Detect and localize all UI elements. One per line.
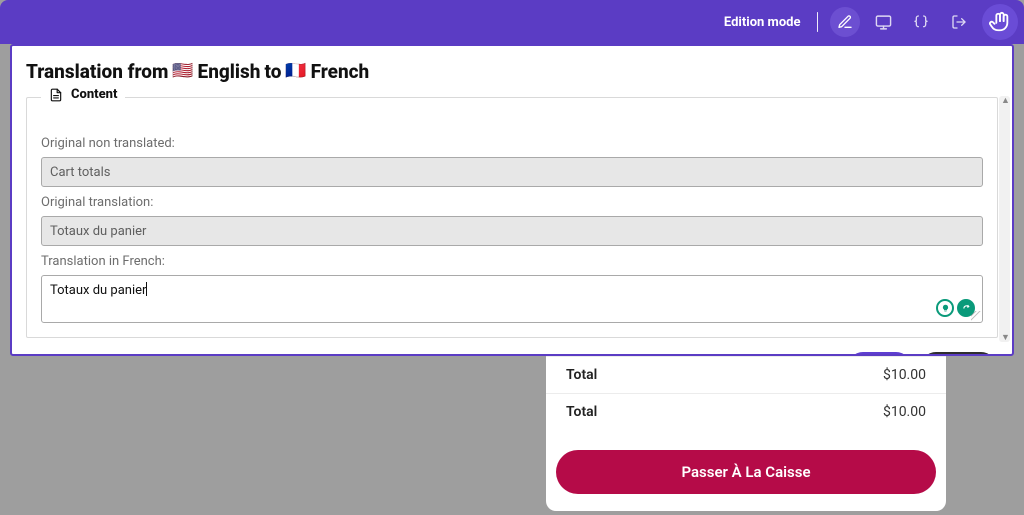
hand-icon [989, 11, 1011, 33]
original-non-translated-value: Cart totals [50, 165, 110, 180]
title-prefix: Translation from [26, 60, 168, 83]
cart-row-label: Total [566, 367, 597, 383]
title-to: to [264, 60, 281, 83]
fieldset-legend: Content [41, 87, 125, 102]
editor-toolbar: Edition mode [0, 0, 1024, 44]
target-language: French [311, 60, 370, 83]
monitor-icon [875, 14, 892, 31]
legend-text: Content [71, 87, 117, 102]
fr-flag-icon: 🇫🇷 [285, 63, 306, 80]
label-original-translation: Original translation: [41, 195, 983, 210]
exit-button[interactable] [944, 7, 974, 37]
scroll-down-icon: ▼ [1001, 332, 1010, 343]
suggestion-badge[interactable] [936, 299, 954, 317]
modal-button-row: Save Cancel [26, 352, 998, 356]
resize-handle[interactable] [971, 311, 981, 321]
label-translation-in-target: Translation in French: [41, 254, 983, 269]
code-view-button[interactable] [906, 7, 936, 37]
cart-total-row: Total $10.00 [546, 393, 946, 430]
save-button[interactable]: Save [848, 352, 911, 356]
label-original-non-translated: Original non translated: [41, 136, 983, 151]
us-flag-icon: 🇺🇸 [172, 63, 193, 80]
original-translation-value: Totaux du panier [50, 224, 146, 239]
original-non-translated-field: Cart totals [41, 157, 983, 187]
modal-scrollbar[interactable]: ▲ ▼ [999, 96, 1010, 342]
braces-icon [913, 14, 929, 30]
pencil-icon [837, 14, 853, 30]
brand-button[interactable] [982, 4, 1018, 40]
modal-title: Translation from 🇺🇸 English to 🇫🇷 French [26, 60, 998, 83]
lightbulb-icon [941, 304, 950, 313]
scroll-up-icon: ▲ [1001, 95, 1010, 106]
text-caret [146, 282, 147, 296]
cancel-button[interactable]: Cancel [921, 352, 996, 356]
cart-row-value: $10.00 [883, 367, 926, 383]
checkout-button[interactable]: Passer À La Caisse [556, 450, 936, 494]
translation-modal: ▲ ▼ Translation from 🇺🇸 English to 🇫🇷 Fr… [10, 44, 1014, 356]
cart-row-value: $10.00 [883, 404, 926, 420]
content-fieldset: Content Original non translated: Cart to… [26, 97, 998, 338]
checkout-button-label: Passer À La Caisse [681, 463, 810, 481]
exit-icon [951, 14, 967, 30]
desktop-preview-button[interactable] [868, 7, 898, 37]
grammar-badges[interactable] [936, 299, 975, 317]
translation-input[interactable]: Totaux du panier [41, 275, 983, 323]
source-language: English [198, 60, 261, 83]
arrow-icon [962, 304, 971, 313]
document-icon [49, 88, 63, 102]
original-translation-field: Totaux du panier [41, 216, 983, 246]
cart-row-label: Total [566, 404, 597, 420]
edit-button[interactable] [830, 7, 860, 37]
translation-input-value: Totaux du panier [50, 283, 146, 298]
translation-input-wrap: Totaux du panier [41, 275, 983, 323]
cart-total-row: Total $10.00 [546, 356, 946, 393]
edition-mode-label: Edition mode [724, 15, 801, 30]
toolbar-separator [817, 12, 819, 32]
